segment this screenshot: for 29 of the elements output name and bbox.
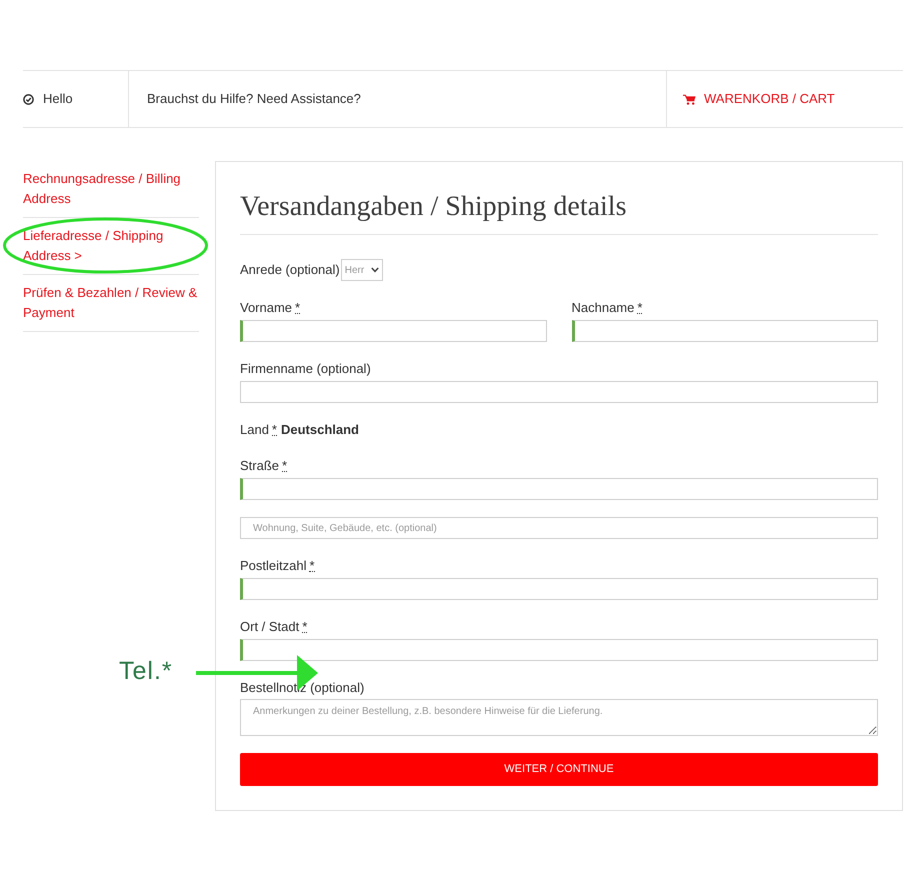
cart-link[interactable]: WARENKORB / CART xyxy=(683,89,835,109)
text-field[interactable] xyxy=(572,320,878,342)
annotation-text: Tel.* xyxy=(119,656,173,686)
cart-icon xyxy=(683,94,696,104)
country-value: Deutschland xyxy=(280,421,359,439)
continue-button[interactable]: WEITER / CONTINUE xyxy=(240,753,878,786)
greeting-text: Hello xyxy=(43,90,73,108)
text-field[interactable] xyxy=(240,478,878,500)
check-circle-icon xyxy=(23,94,34,104)
salutation-select[interactable]: Herr xyxy=(340,259,383,281)
step-link[interactable]: Prüfen & Bezahlen / Review & Payment xyxy=(23,283,199,323)
chevron-down-icon xyxy=(370,267,379,273)
field-label: Land * xyxy=(240,421,277,439)
text-field[interactable] xyxy=(240,320,546,342)
help-text: Brauchst du Hilfe? Need Assistance? xyxy=(147,90,361,108)
step-link[interactable]: Rechnungsadresse / Billing Address xyxy=(23,169,199,209)
field-label: Straße * xyxy=(240,457,288,475)
notes-field[interactable]: Anmerkungen zu deiner Bestellung, z.B. besondere Hinweise für die Lieferung. xyxy=(240,699,878,736)
field-label: Vorname * xyxy=(240,299,302,317)
text-field[interactable] xyxy=(240,639,878,661)
field-label: Firmenname (optional) xyxy=(240,360,372,378)
field-label: Postleitzahl * xyxy=(240,557,316,575)
field-label: Nachname * xyxy=(572,299,644,317)
text-field[interactable]: Wohnung, Suite, Gebäude, etc. (optional) xyxy=(240,517,878,539)
text-field[interactable] xyxy=(240,578,878,600)
field-label: Ort / Stadt * xyxy=(240,618,308,636)
field-label: Anrede (optional) xyxy=(240,261,340,279)
form-title: Versandangaben / Shipping details xyxy=(240,190,626,224)
text-field[interactable] xyxy=(240,381,878,403)
